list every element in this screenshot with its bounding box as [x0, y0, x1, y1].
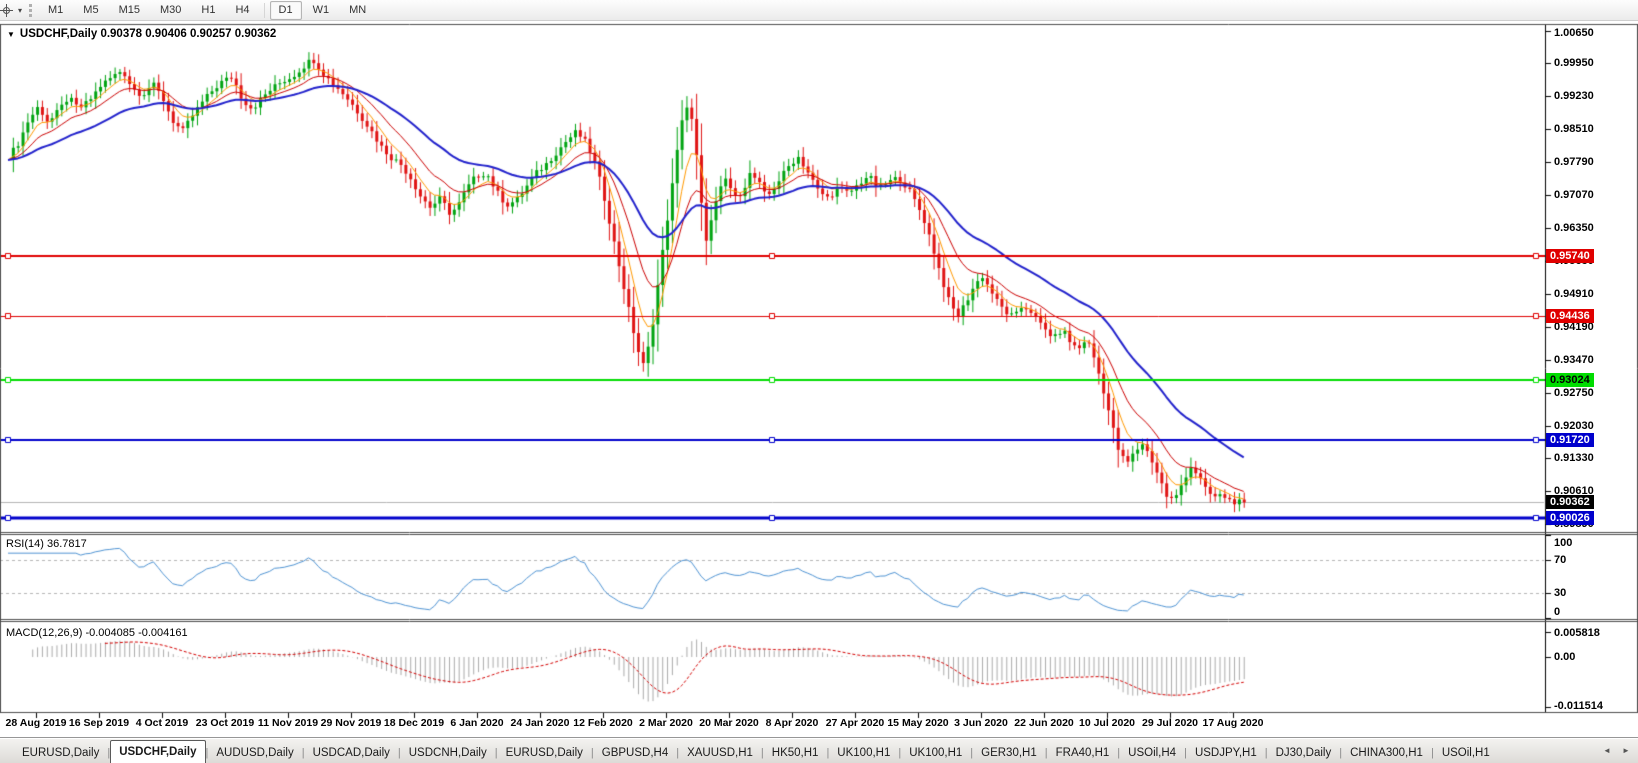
time-axis-label: 8 Apr 2020: [766, 717, 819, 729]
chart-tab-gbpusd-h4[interactable]: GBPUSD,H4: [594, 743, 676, 763]
time-axis-label: 16 Sep 2019: [69, 717, 129, 729]
time-axis-label: 6 Jan 2020: [450, 717, 503, 729]
time-axis-label: 20 Mar 2020: [699, 717, 759, 729]
time-axis-label: 29 Nov 2019: [321, 717, 382, 729]
chart-tab-usdcnh-daily[interactable]: USDCNH,Daily: [401, 743, 495, 763]
chart-tab-hk50-h1[interactable]: HK50,H1: [764, 743, 827, 763]
price-axis-tick: 0.92750: [1554, 387, 1594, 399]
price-chart-canvas[interactable]: [0, 0, 1638, 763]
tab-scroll-left-icon[interactable]: ◄: [1598, 741, 1616, 761]
tab-scroll-controls: ◄ ►: [1595, 738, 1638, 763]
time-axis-label: 11 Nov 2019: [258, 717, 318, 729]
price-axis-tick: 0.98510: [1554, 123, 1594, 135]
time-axis-label: 27 Apr 2020: [826, 717, 885, 729]
chart-tab-uk100-h1[interactable]: UK100,H1: [901, 743, 970, 763]
rsi-axis-tick: 70: [1554, 554, 1566, 566]
price-level-badge-0.91720: 0.91720: [1546, 433, 1594, 447]
rsi-axis-tick: 30: [1554, 587, 1566, 599]
chart-tab-usdcad-daily[interactable]: USDCAD,Daily: [305, 743, 398, 763]
price-level-badge-0.95740: 0.95740: [1546, 249, 1594, 263]
chart-tabbar: EURUSD,Daily|USDCHF,Daily|AUDUSD,Daily|U…: [0, 737, 1638, 763]
macd-label: MACD(12,26,9) -0.004085 -0.004161: [6, 627, 188, 639]
chart-tab-usoil-h1[interactable]: USOil,H1: [1434, 743, 1498, 763]
tab-scroll-right-icon[interactable]: ►: [1617, 741, 1635, 761]
time-axis-label: 18 Dec 2019: [384, 717, 444, 729]
price-axis-tick: 0.97070: [1554, 189, 1594, 201]
timeframe-button-w1[interactable]: W1: [304, 1, 339, 20]
chart-title-text: USDCHF,Daily 0.90378 0.90406 0.90257 0.9…: [20, 28, 276, 40]
time-axis-label: 12 Feb 2020: [573, 717, 633, 729]
timeframe-button-h4[interactable]: H4: [226, 1, 258, 20]
macd-axis-tick: 0.00: [1554, 651, 1575, 663]
time-axis-label: 29 Jul 2020: [1142, 717, 1198, 729]
macd-axis-tick: -0.011514: [1554, 700, 1603, 712]
chart-tab-eurusd-daily[interactable]: EURUSD,Daily: [14, 743, 107, 763]
timeframe-button-m1[interactable]: M1: [39, 1, 72, 20]
price-level-badge-0.93024: 0.93024: [1546, 373, 1594, 387]
chart-tab-usdchf-daily[interactable]: USDCHF,Daily: [110, 740, 205, 763]
chart-tab-dj30-daily[interactable]: DJ30,Daily: [1268, 743, 1340, 763]
macd-axis-tick: 0.005818: [1554, 627, 1600, 639]
toolbar-separator: [264, 3, 265, 18]
time-axis-label: 24 Jan 2020: [511, 717, 570, 729]
time-axis-label: 10 Jul 2020: [1079, 717, 1135, 729]
timeframe-button-d1[interactable]: D1: [270, 1, 302, 20]
timeframe-toolbar: ▾ M1M5M15M30H1H4 D1W1MN: [0, 0, 1638, 21]
rsi-axis-tick: 100: [1554, 537, 1572, 549]
chart-tabs: EURUSD,Daily|USDCHF,Daily|AUDUSD,Daily|U…: [14, 738, 1595, 763]
chart-tab-usoil-h4[interactable]: USOil,H4: [1120, 743, 1184, 763]
crosshair-tool-icon[interactable]: [0, 1, 15, 19]
chart-tab-ger30-h1[interactable]: GER30,H1: [973, 743, 1045, 763]
timeframe-button-h1[interactable]: H1: [192, 1, 224, 20]
price-axis-tick: 0.94190: [1554, 321, 1594, 333]
time-axis-label: 22 Jun 2020: [1014, 717, 1074, 729]
tool-dropdown-caret[interactable]: ▾: [15, 6, 25, 15]
price-axis-tick: 0.91330: [1554, 452, 1594, 464]
rsi-axis-tick: 0: [1554, 606, 1560, 618]
time-axis-label: 23 Oct 2019: [196, 717, 254, 729]
time-axis-label: 15 May 2020: [887, 717, 948, 729]
time-axis-label: 4 Oct 2019: [136, 717, 189, 729]
chart-tab-eurusd-daily[interactable]: EURUSD,Daily: [498, 743, 591, 763]
price-axis-tick: 0.96350: [1554, 222, 1594, 234]
chart-tab-xauusd-h1[interactable]: XAUUSD,H1: [679, 743, 761, 763]
timeframe-button-mn[interactable]: MN: [340, 1, 375, 20]
price-axis-tick: 0.94910: [1554, 288, 1594, 300]
timeframe-button-m5[interactable]: M5: [74, 1, 107, 20]
price-axis-tick: 0.93470: [1554, 354, 1594, 366]
chart-title: ▼ USDCHF,Daily 0.90378 0.90406 0.90257 0…: [7, 28, 276, 40]
time-axis-label: 2 Mar 2020: [639, 717, 693, 729]
current-price-badge: 0.90362: [1546, 495, 1594, 509]
collapse-arrow-icon[interactable]: ▼: [7, 30, 15, 39]
chart-tab-audusd-daily[interactable]: AUDUSD,Daily: [208, 743, 301, 763]
toolbar-grip[interactable]: [29, 4, 32, 17]
timeframe-button-m30[interactable]: M30: [151, 1, 190, 20]
chart-tab-uk100-h1[interactable]: UK100,H1: [829, 743, 898, 763]
chart-tab-fra40-h1[interactable]: FRA40,H1: [1048, 743, 1118, 763]
time-axis-label: 17 Aug 2020: [1203, 717, 1264, 729]
time-axis-label: 28 Aug 2019: [6, 717, 67, 729]
timeframe-buttons: M1M5M15M30H1H4 D1W1MN: [38, 1, 376, 20]
rsi-label: RSI(14) 36.7817: [6, 538, 87, 550]
time-axis-label: 3 Jun 2020: [954, 717, 1008, 729]
price-axis-tick: 0.92030: [1554, 420, 1594, 432]
price-level-badge-0.90026: 0.90026: [1546, 511, 1594, 525]
chart-tab-usdjpy-h1[interactable]: USDJPY,H1: [1187, 743, 1265, 763]
price-axis-tick: 0.97790: [1554, 156, 1594, 168]
price-axis-tick: 1.00650: [1554, 27, 1594, 39]
price-level-badge-0.94436: 0.94436: [1546, 309, 1594, 323]
timeframe-button-m15[interactable]: M15: [110, 1, 149, 20]
chart-tab-china300-h1[interactable]: CHINA300,H1: [1342, 743, 1431, 763]
price-axis-tick: 0.99950: [1554, 57, 1594, 69]
price-axis-tick: 0.99230: [1554, 90, 1594, 102]
